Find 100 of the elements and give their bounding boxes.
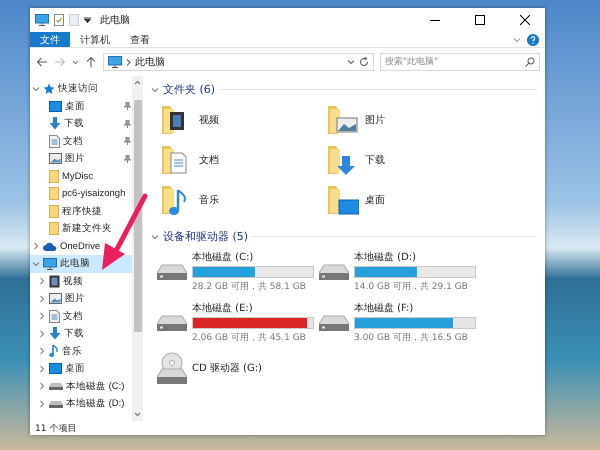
- hard-drive-icon: [319, 314, 349, 330]
- desktop-icon: [49, 363, 62, 374]
- scroll-down-icon[interactable]: [134, 411, 141, 418]
- nav-item[interactable]: 视频: [30, 272, 132, 290]
- nav-item[interactable]: 下载: [30, 325, 132, 342]
- cloud-icon: [43, 242, 57, 251]
- dropdown-icon[interactable]: [84, 17, 91, 23]
- drive-name[interactable]: 本地磁盘 (E:): [192, 301, 314, 315]
- nav-item[interactable]: 本地磁盘 (C:): [30, 378, 132, 395]
- ribbon-tab[interactable]: 查看: [120, 32, 160, 47]
- chevron-right-icon[interactable]: [38, 312, 46, 320]
- chevron-right-icon[interactable]: [32, 242, 40, 250]
- document-icon: [49, 310, 60, 323]
- chevron-right-icon[interactable]: [38, 347, 46, 356]
- folder-item[interactable]: 下载: [327, 143, 493, 177]
- nav-item[interactable]: 图片: [30, 150, 132, 168]
- chevron-right-icon[interactable]: [38, 294, 46, 303]
- chevron-right-icon[interactable]: [38, 400, 46, 408]
- nav-item[interactable]: 文档: [30, 308, 132, 325]
- drive-name[interactable]: 本地磁盘 (F:): [354, 301, 476, 315]
- nav-item[interactable]: 桌面: [30, 98, 132, 115]
- chevron-right-icon[interactable]: [38, 382, 46, 390]
- folder-item[interactable]: 图片: [327, 103, 493, 137]
- scrollbar-thumb[interactable]: [134, 100, 142, 332]
- refresh-icon[interactable]: [359, 57, 369, 67]
- hard-drive-icon: [157, 264, 187, 280]
- selected-nav-item[interactable]: 此电脑: [30, 255, 132, 272]
- dropdown-icon[interactable]: [347, 58, 355, 66]
- pin-icon[interactable]: [124, 120, 131, 128]
- nav-item[interactable]: 本地磁盘 (D:): [30, 395, 132, 412]
- folder-label: 桌面: [365, 194, 385, 207]
- cd-drive-icon: [157, 352, 187, 384]
- folder-icon: [49, 187, 59, 200]
- recent-locations-icon[interactable]: [72, 58, 79, 66]
- folder-icon: [49, 170, 59, 183]
- scroll-up-icon[interactable]: [134, 79, 141, 86]
- close-icon: [520, 15, 530, 25]
- search-field[interactable]: 搜索"此电脑": [380, 53, 540, 71]
- nav-item[interactable]: pc6-yisaizongh: [30, 185, 132, 202]
- nav-item[interactable]: 快速访问: [30, 80, 132, 98]
- nav-item[interactable]: 程序快捷: [30, 202, 132, 220]
- desktop-icon: [49, 100, 62, 112]
- folder-item[interactable]: 音乐: [161, 183, 327, 217]
- down-arrow-icon: [49, 117, 61, 130]
- chevron-right-icon[interactable]: [38, 330, 46, 338]
- up-arrow-icon[interactable]: [85, 56, 97, 68]
- back-icon[interactable]: [36, 56, 48, 68]
- nav-item[interactable]: 音乐: [30, 342, 132, 360]
- folder-item[interactable]: 桌面: [327, 183, 493, 217]
- down-arrow-icon: [49, 327, 61, 340]
- search-icon: [525, 57, 535, 67]
- free-space-text: 14.0 GB 可用，共 29.1 GB: [354, 280, 469, 293]
- help-icon[interactable]: [527, 34, 539, 46]
- chevron-down-icon[interactable]: [151, 86, 159, 94]
- ribbon-tab[interactable]: 计算机: [70, 32, 120, 47]
- picture-icon: [49, 153, 62, 164]
- drive-name[interactable]: 本地磁盘 (D:): [354, 250, 476, 264]
- item-count: 11 个项目: [35, 422, 76, 434]
- group-heading[interactable]: 设备和驱动器 (5): [163, 229, 248, 244]
- chevron-right-icon[interactable]: [38, 277, 46, 286]
- address-bar[interactable]: 此电脑: [103, 53, 374, 71]
- star-icon: [43, 82, 55, 95]
- nav-item[interactable]: 下载: [30, 115, 132, 132]
- pin-icon[interactable]: [124, 154, 131, 163]
- scrollbar[interactable]: [132, 76, 143, 421]
- window-title: 此电脑: [100, 14, 131, 27]
- nav-item[interactable]: OneDrive: [30, 238, 132, 255]
- folder-item[interactable]: 文档: [161, 143, 327, 177]
- nav-item[interactable]: 文档: [30, 132, 132, 150]
- drive-name[interactable]: CD 驱动器 (G:): [192, 361, 262, 375]
- properties-icon[interactable]: [54, 14, 64, 26]
- breadcrumb-chevron-icon: [126, 58, 131, 66]
- drive-icon: [49, 382, 63, 390]
- nav-item[interactable]: 图片: [30, 290, 132, 308]
- chevron-down-icon[interactable]: [32, 84, 40, 93]
- monitor-icon: [43, 258, 57, 270]
- chevron-down-icon[interactable]: [151, 232, 159, 240]
- ribbon-tab[interactable]: 文件: [30, 32, 70, 47]
- group-heading[interactable]: 文件夹 (6): [163, 82, 216, 97]
- folder-item[interactable]: 视频: [161, 103, 327, 137]
- hard-drive-icon: [157, 314, 187, 330]
- free-space-text: 3.00 GB 可用，共 16.5 GB: [354, 332, 469, 344]
- pin-icon[interactable]: [124, 137, 131, 146]
- expand-ribbon-icon[interactable]: [513, 36, 521, 44]
- folder-label: 视频: [199, 114, 219, 127]
- music-note-icon: [49, 344, 59, 358]
- nav-item[interactable]: MyDisc: [30, 168, 132, 185]
- folder-icon: [49, 222, 59, 236]
- drive-name[interactable]: 本地磁盘 (C:): [192, 250, 314, 264]
- chevron-right-icon[interactable]: [38, 364, 46, 373]
- desktop-folder-icon: [327, 184, 359, 216]
- document-icon: [49, 134, 60, 148]
- folder-label: 图片: [365, 114, 385, 127]
- pin-icon[interactable]: [124, 102, 131, 110]
- folder-label: 音乐: [199, 194, 219, 207]
- chevron-down-icon[interactable]: [32, 260, 40, 268]
- nav-item[interactable]: 新建文件夹: [30, 220, 132, 238]
- nav-item[interactable]: 桌面: [30, 360, 132, 378]
- folder-label: 文档: [199, 154, 219, 167]
- drive-icon: [49, 400, 63, 408]
